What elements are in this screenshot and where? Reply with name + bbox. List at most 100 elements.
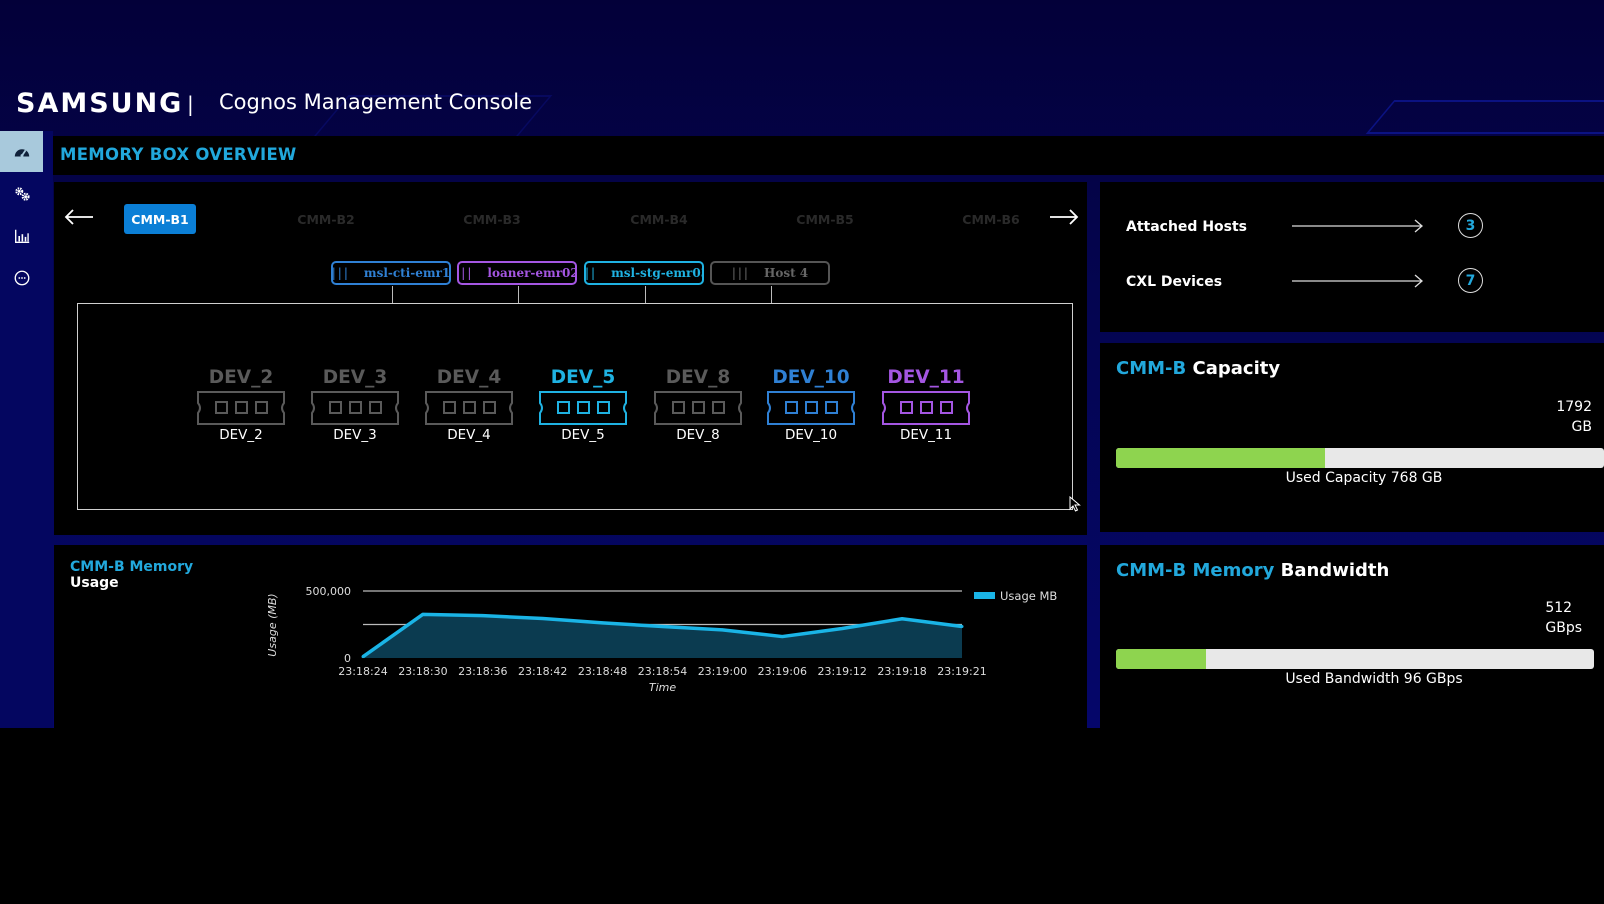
- samsung-logo: SAMSUNG: [16, 88, 184, 119]
- y-axis-label: Usage (MB): [266, 593, 279, 656]
- host-name: Host 4: [763, 266, 809, 280]
- sidebar-item-more[interactable]: [0, 257, 43, 298]
- capacity-title-suffix: Capacity: [1192, 358, 1281, 379]
- host-bars-icon: |||: [584, 266, 598, 280]
- device-dev-8[interactable]: DEV_8 DEV_8: [643, 366, 753, 443]
- bandwidth-title-prefix: CMM-B Memory: [1116, 560, 1275, 581]
- app-title: Cognos Management Console: [219, 90, 532, 114]
- dashboard-gauge-icon: [14, 148, 29, 157]
- device-dev-4[interactable]: DEV_4 DEV_4: [414, 366, 524, 443]
- device-label: DEV_3: [333, 427, 377, 443]
- device-label: DEV_8: [676, 427, 720, 443]
- tab-cmm-b2[interactable]: CMM-B2: [290, 204, 362, 234]
- host-connector: [392, 286, 393, 303]
- capacity-title-prefix: CMM-B: [1116, 358, 1187, 379]
- device-label: DEV_4: [447, 427, 491, 443]
- data-point[interactable]: [361, 655, 365, 659]
- host-connector: [645, 286, 646, 303]
- tab-cmm-b5[interactable]: CMM-B5: [789, 204, 861, 234]
- device-title: DEV_10: [772, 367, 850, 388]
- host-name: msl-cti-emr1: [363, 266, 451, 280]
- device-title: DEV_4: [436, 367, 502, 388]
- x-tick-label: 23:19:12: [817, 665, 866, 678]
- data-point[interactable]: [541, 616, 545, 620]
- arrow-right-icon: [1292, 274, 1423, 288]
- tab-cmm-b4[interactable]: CMM-B4: [623, 204, 695, 234]
- sidebar-item-settings[interactable]: [0, 173, 43, 214]
- more-circle-icon: [14, 270, 29, 285]
- arrow-right-icon: [1292, 219, 1423, 233]
- x-tick-label: 23:19:06: [758, 665, 807, 678]
- page-title: MEMORY BOX OVERVIEW: [60, 145, 297, 164]
- data-point[interactable]: [421, 612, 425, 616]
- tab-cmm-b1[interactable]: CMM-B1: [124, 204, 196, 234]
- usage-title-prefix: CMM-B Memory: [70, 559, 194, 575]
- data-point[interactable]: [780, 635, 784, 639]
- memory-module-icon: [882, 391, 970, 425]
- sidebar: [0, 131, 53, 728]
- memory-module-icon: [197, 391, 285, 425]
- device-label: DEV_11: [899, 427, 953, 443]
- host-chip[interactable]: ||| msl-stg-emr03: [584, 261, 704, 285]
- bandwidth-total-value: 512: [1545, 600, 1573, 616]
- device-label: DEV_10: [784, 427, 838, 443]
- sidebar-item-dashboard[interactable]: [0, 131, 43, 172]
- data-point[interactable]: [601, 621, 605, 625]
- x-tick-label: 23:18:42: [518, 665, 567, 678]
- x-tick-label: 23:18:36: [458, 665, 507, 678]
- capacity-total-value: 1792: [1556, 399, 1592, 415]
- tab-cmm-b3[interactable]: CMM-B3: [456, 204, 528, 234]
- x-tick-label: 23:18:54: [638, 665, 687, 678]
- device-dev-3[interactable]: DEV_3 DEV_3: [300, 366, 410, 443]
- host-name: msl-stg-emr03: [611, 266, 704, 280]
- arrow-left-icon[interactable]: [63, 206, 95, 228]
- host-bars-icon: |||: [731, 266, 750, 280]
- device-dev-5[interactable]: DEV_5 DEV_5: [528, 366, 638, 443]
- mouse-cursor-icon: [1069, 496, 1081, 512]
- bandwidth-panel: CMM-B Memory Bandwidth 512 GBps Used Ban…: [1100, 545, 1604, 728]
- capacity-total-unit: GB: [1571, 419, 1592, 435]
- x-tick-label: 23:18:24: [338, 665, 387, 678]
- device-label: DEV_5: [561, 427, 605, 443]
- host-connector: [771, 286, 772, 303]
- attached-hosts-count[interactable]: 3: [1458, 213, 1483, 238]
- device-dev-2[interactable]: DEV_2 DEV_2: [186, 366, 296, 443]
- host-chip[interactable]: ||| msl-cti-emr1: [331, 261, 451, 285]
- data-point[interactable]: [661, 625, 664, 629]
- usage-area: [363, 614, 962, 658]
- cxl-devices-count[interactable]: 7: [1458, 268, 1483, 293]
- x-axis-label: Time: [649, 681, 676, 694]
- page-title-bar: MEMORY BOX OVERVIEW: [53, 136, 1604, 175]
- x-tick-label: 23:18:30: [398, 665, 447, 678]
- bandwidth-title: CMM-B Memory Bandwidth: [1116, 560, 1389, 581]
- arrow-right-icon[interactable]: [1048, 206, 1080, 228]
- x-tick-label: 23:18:48: [578, 665, 627, 678]
- summary-panel: Attached Hosts 3 CXL Devices 7: [1100, 182, 1604, 332]
- device-title: DEV_5: [550, 367, 616, 388]
- bandwidth-total-unit: GBps: [1545, 620, 1582, 636]
- tab-cmm-b6[interactable]: CMM-B6: [955, 204, 1027, 234]
- capacity-panel: CMM-B Capacity 1792 GB Used Capacity 768…: [1100, 343, 1604, 532]
- app-window: SAMSUNG | Cognos Management Console MEMO…: [0, 0, 1604, 728]
- data-point[interactable]: [720, 628, 724, 632]
- device-label: DEV_2: [219, 427, 263, 443]
- host-name: loaner-emr02: [487, 266, 577, 280]
- host-chip[interactable]: ||| loaner-emr02: [457, 261, 577, 285]
- bandwidth-title-suffix: Bandwidth: [1280, 560, 1390, 581]
- x-tick-label: 23:19:00: [698, 665, 747, 678]
- x-tick-label: 23:19:21: [937, 665, 986, 678]
- device-dev-11[interactable]: DEV_11 DEV_11: [871, 366, 981, 443]
- host-chip[interactable]: ||| Host 4: [710, 261, 830, 285]
- memory-module-icon: [311, 391, 399, 425]
- memory-module-icon: [654, 391, 742, 425]
- usage-title: CMM-B Memory Usage: [70, 559, 193, 591]
- data-point[interactable]: [840, 627, 844, 631]
- memory-box-panel: CMM-B1 CMM-B2 CMM-B3 CMM-B4 CMM-B5 CMM-B…: [54, 182, 1087, 535]
- data-point[interactable]: [960, 625, 964, 629]
- capacity-progress-bar: [1116, 448, 1604, 468]
- host-connector: [518, 286, 519, 303]
- sidebar-item-analytics[interactable]: [0, 215, 43, 256]
- data-point[interactable]: [481, 614, 485, 618]
- data-point[interactable]: [900, 617, 904, 621]
- device-dev-10[interactable]: DEV_10 DEV_10: [756, 366, 866, 443]
